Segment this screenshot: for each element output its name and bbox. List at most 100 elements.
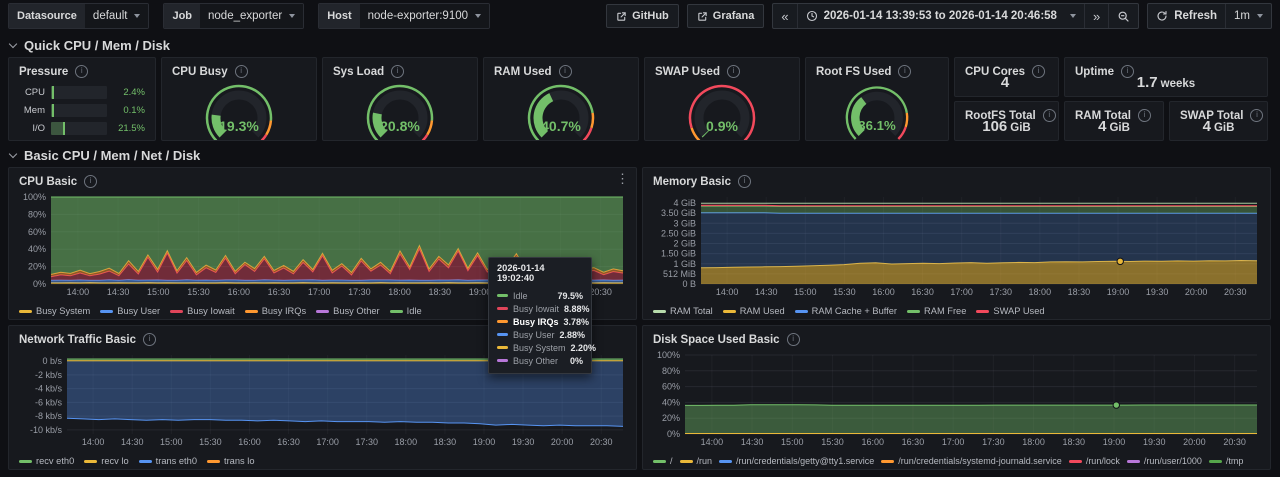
- legend-item[interactable]: /run: [680, 456, 713, 466]
- legend-item[interactable]: /run/credentials/getty@tty1.service: [719, 456, 874, 466]
- legend-item[interactable]: RAM Total: [653, 306, 713, 316]
- legend-series-label: /tmp: [1226, 456, 1244, 466]
- svg-text:16:00: 16:00: [238, 437, 261, 447]
- legend-item[interactable]: recv eth0: [19, 456, 74, 466]
- refresh-interval-value: 1m: [1234, 10, 1250, 22]
- cpu-basic-legend: Busy System Busy User Busy Iowait Busy IRQs…: [19, 306, 422, 316]
- legend-series-swatch: [207, 460, 220, 463]
- legend-item[interactable]: /run/lock: [1069, 456, 1120, 466]
- bar-gauge: [51, 86, 107, 99]
- info-icon[interactable]: [143, 333, 156, 346]
- svg-text:100%: 100%: [23, 192, 46, 202]
- panel-title: Root FS Used: [816, 66, 891, 78]
- section-basic-cpu-mem-net-disk[interactable]: Basic CPU / Mem / Net / Disk: [10, 148, 200, 163]
- legend-item[interactable]: Busy Iowait: [170, 306, 235, 316]
- caret-down-icon: [475, 14, 481, 18]
- stat-value: 106GiB: [955, 118, 1058, 135]
- ram-used-gauge: 40.7%: [491, 82, 631, 141]
- time-range-picker[interactable]: 2026-01-14 13:39:53 to 2026-01-14 20:46:…: [797, 4, 1084, 28]
- panel-pressure: Pressure CPU 2.4% Mem 0.1% I/O 21.5%: [8, 57, 156, 141]
- info-icon[interactable]: [559, 65, 572, 78]
- time-shift-back-button[interactable]: «: [773, 4, 796, 28]
- legend-item[interactable]: Idle: [390, 306, 422, 316]
- svg-text:2.50 GiB: 2.50 GiB: [661, 228, 696, 238]
- network-traffic-basic-legend: recv eth0 recv lo trans eth0 trans lo: [19, 456, 255, 466]
- svg-text:16:00: 16:00: [872, 287, 895, 297]
- time-shift-forward-button[interactable]: »: [1084, 4, 1108, 28]
- legend-series-label: /run/user/1000: [1144, 456, 1202, 466]
- grafana-link-button[interactable]: Grafana: [687, 4, 765, 28]
- bar-fill: [51, 86, 54, 99]
- svg-text:15:00: 15:00: [794, 287, 817, 297]
- svg-text:16:30: 16:30: [268, 287, 291, 297]
- info-icon[interactable]: [727, 65, 740, 78]
- legend-item[interactable]: SWAP Used: [976, 306, 1044, 316]
- svg-text:100%: 100%: [657, 350, 680, 360]
- panel-title: Network Traffic Basic: [19, 334, 136, 346]
- tooltip-series-swatch: [497, 333, 508, 336]
- svg-text:14:30: 14:30: [741, 437, 764, 447]
- legend-item[interactable]: RAM Free: [907, 306, 966, 316]
- legend-item[interactable]: Busy IRQs: [245, 306, 306, 316]
- legend-item[interactable]: Busy System: [19, 306, 90, 316]
- refresh-button[interactable]: Refresh: [1148, 4, 1225, 28]
- tooltip-row: Busy Iowait8.88%: [497, 302, 583, 315]
- legend-series-label: Idle: [407, 306, 422, 316]
- legend-item[interactable]: /tmp: [1209, 456, 1244, 466]
- panel-title: Disk Space Used Basic: [653, 334, 780, 346]
- legend-item[interactable]: /run/credentials/systemd-journald.servic…: [881, 456, 1062, 466]
- legend-item[interactable]: /: [653, 456, 673, 466]
- info-icon[interactable]: [235, 65, 248, 78]
- bar-label: I/O: [19, 123, 45, 134]
- tooltip-row: Busy IRQs3.78%: [497, 315, 583, 328]
- panel-swap-total: SWAP Total 4GiB: [1169, 101, 1268, 141]
- panel-swap-used: SWAP Used 0.9%: [644, 57, 800, 141]
- legend-series-label: /run/credentials/systemd-journald.servic…: [898, 456, 1062, 466]
- double-chevron-right-icon: »: [1093, 10, 1100, 23]
- info-icon[interactable]: [391, 65, 404, 78]
- chart-tooltip: 2026-01-14 19:02:40 Idle79.5%Busy Iowait…: [488, 257, 592, 374]
- github-link-button[interactable]: GitHub: [606, 4, 679, 28]
- tooltip-timestamp: 2026-01-14 19:02:40: [497, 263, 583, 289]
- memory-basic-chart[interactable]: 0 B512 MiB1 GiB1.50 GiB2 GiB2.50 GiB3 Gi…: [651, 191, 1262, 299]
- tooltip-series-swatch: [497, 346, 508, 349]
- tooltip-series-label: Busy Other: [513, 356, 565, 366]
- info-icon[interactable]: [84, 175, 97, 188]
- legend-item[interactable]: Busy Other: [316, 306, 380, 316]
- legend-series-label: Busy System: [36, 306, 90, 316]
- var-datasource-current: default: [93, 10, 128, 22]
- var-datasource-value[interactable]: default: [85, 4, 149, 28]
- info-icon[interactable]: [898, 65, 911, 78]
- stat-value: 4: [955, 74, 1058, 91]
- info-icon[interactable]: [738, 175, 751, 188]
- panel-root-fs-used: Root FS Used 36.1%: [805, 57, 949, 141]
- legend-item[interactable]: RAM Cache + Buffer: [795, 306, 897, 316]
- legend-item[interactable]: /run/user/1000: [1127, 456, 1202, 466]
- svg-text:18:30: 18:30: [1068, 287, 1091, 297]
- legend-item[interactable]: trans eth0: [139, 456, 197, 466]
- refresh-interval-dropdown[interactable]: 1m: [1225, 4, 1271, 28]
- legend-item[interactable]: recv lo: [84, 456, 128, 466]
- panel-ram-total: RAM Total 4GiB: [1064, 101, 1164, 141]
- legend-series-swatch: [316, 310, 329, 313]
- var-host-value[interactable]: node-exporter:9100: [360, 4, 489, 28]
- legend-item[interactable]: Busy User: [100, 306, 160, 316]
- zoom-out-button[interactable]: [1108, 4, 1138, 28]
- legend-item[interactable]: trans lo: [207, 456, 255, 466]
- legend-item[interactable]: RAM Used: [723, 306, 785, 316]
- var-job-value[interactable]: node_exporter: [200, 4, 303, 28]
- sys-load-gauge: 20.8%: [330, 82, 470, 141]
- stat-value: 1.7weeks: [1065, 74, 1267, 91]
- caret-down-icon: [134, 14, 140, 18]
- legend-series-swatch: [795, 310, 808, 313]
- info-icon[interactable]: [75, 65, 88, 78]
- svg-text:14:00: 14:00: [701, 437, 724, 447]
- info-icon[interactable]: [787, 333, 800, 346]
- svg-text:19.3%: 19.3%: [219, 118, 259, 134]
- tooltip-series-value: 8.88%: [564, 304, 590, 314]
- section-quick-cpu-mem-disk[interactable]: Quick CPU / Mem / Disk: [10, 38, 170, 53]
- panel-menu-icon[interactable]: ⋮: [616, 171, 629, 187]
- disk-space-used-basic-chart[interactable]: 0%20%40%60%80%100%14:0014:3015:0015:3016…: [651, 349, 1262, 449]
- svg-text:-4 kb/s: -4 kb/s: [35, 384, 63, 394]
- svg-text:40%: 40%: [662, 397, 680, 407]
